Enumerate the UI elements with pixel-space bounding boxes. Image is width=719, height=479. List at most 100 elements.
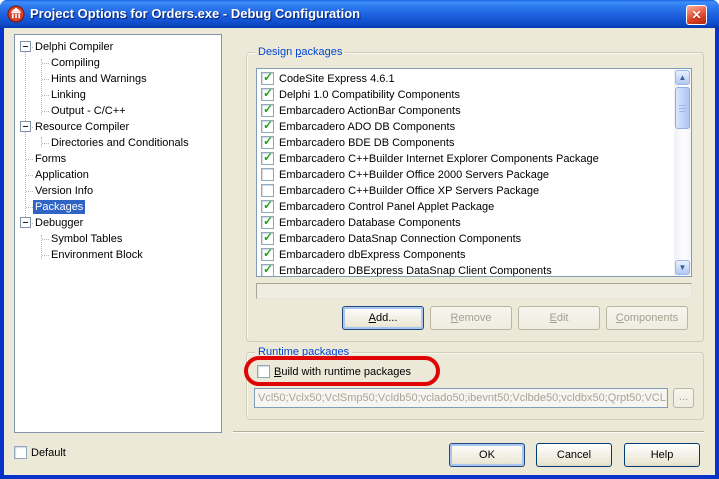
tree-item[interactable]: Directories and Conditionals — [15, 135, 221, 151]
runtime-packages-input[interactable]: Vcl50;Vclx50;VclSmp50;Vcldb50;vclado50;i… — [254, 388, 668, 408]
list-scrollbar[interactable]: ▲ ▼ — [674, 69, 691, 276]
options-tree[interactable]: Delphi Compiler Compiling Hints and Warn… — [14, 34, 222, 433]
package-checkbox[interactable]: ✓ — [261, 72, 274, 85]
help-button[interactable]: Help — [624, 443, 700, 467]
package-label: Embarcadero DBExpress DataSnap Client Co… — [279, 265, 552, 277]
build-with-runtime-packages-checkbox[interactable] — [257, 365, 270, 378]
check-icon: ✓ — [263, 119, 273, 132]
package-rows: ✓ CodeSite Express 4.6.1 ✓ Delphi 1.0 Co… — [257, 71, 674, 277]
default-checkbox[interactable] — [14, 446, 27, 459]
package-action-button[interactable]: Edit — [518, 306, 600, 330]
tree-item-label: Debugger — [33, 216, 85, 230]
tree-item[interactable]: Compiling — [15, 55, 221, 71]
tree-item[interactable]: Output - C/C++ — [15, 103, 221, 119]
tree-item[interactable]: Symbol Tables — [15, 231, 221, 247]
package-list-item[interactable]: ✓ CodeSite Express 4.6.1 — [257, 71, 674, 87]
package-action-button[interactable]: Components — [606, 306, 688, 330]
tree-rows: Delphi Compiler Compiling Hints and Warn… — [15, 39, 221, 263]
package-list-item[interactable]: ✓ Embarcadero C++Builder Internet Explor… — [257, 151, 674, 167]
package-list-item[interactable]: ✓ Embarcadero DataSnap Connection Compon… — [257, 231, 674, 247]
tree-item-label: Version Info — [33, 184, 95, 198]
package-label: Embarcadero Control Panel Applet Package — [279, 201, 494, 213]
tree-item-label: Symbol Tables — [49, 232, 124, 246]
tree-item-label: Linking — [49, 88, 88, 102]
package-description-panel — [256, 283, 692, 299]
ok-button[interactable]: OK — [449, 443, 525, 467]
package-list-item[interactable]: ✓ Embarcadero dbExpress Components — [257, 247, 674, 263]
package-checkbox[interactable]: ✓ — [261, 232, 274, 245]
scroll-up-button[interactable]: ▲ — [675, 70, 690, 85]
package-list-item[interactable]: ✓ Embarcadero ActionBar Components — [257, 103, 674, 119]
tree-item[interactable]: Linking — [15, 87, 221, 103]
button-accel: A — [369, 312, 376, 324]
package-list-item[interactable]: ✓ Embarcadero C++Builder Office 2000 Ser… — [257, 167, 674, 183]
tree-item[interactable]: Application — [15, 167, 221, 183]
tree-item-label: Directories and Conditionals — [49, 136, 191, 150]
check-icon: ✓ — [263, 215, 273, 228]
package-label: Embarcadero C++Builder Internet Explorer… — [279, 153, 599, 165]
package-checkbox[interactable]: ✓ — [261, 120, 274, 133]
tree-collapse-icon[interactable] — [20, 121, 31, 132]
package-list-item[interactable]: ✓ Embarcadero Control Panel Applet Packa… — [257, 199, 674, 215]
package-checkbox[interactable]: ✓ — [261, 200, 274, 213]
package-list-item[interactable]: ✓ Embarcadero BDE DB Components — [257, 135, 674, 151]
browse-packages-button[interactable]: ... — [673, 388, 694, 408]
package-checkbox[interactable]: ✓ — [261, 168, 274, 181]
package-label: Delphi 1.0 Compatibility Components — [279, 89, 460, 101]
check-icon: ✓ — [263, 103, 273, 116]
tree-collapse-icon[interactable] — [20, 41, 31, 52]
package-checkbox[interactable]: ✓ — [261, 88, 274, 101]
tree-item[interactable]: Version Info — [15, 183, 221, 199]
divider-line — [233, 431, 704, 433]
check-icon: ✓ — [263, 135, 273, 148]
tree-item-label: Compiling — [49, 56, 102, 70]
tree-item[interactable]: Debugger — [15, 215, 221, 231]
check-icon: ✓ — [263, 71, 273, 84]
package-checkbox[interactable]: ✓ — [261, 264, 274, 277]
package-label: Embarcadero C++Builder Office XP Servers… — [279, 185, 539, 197]
button-label: dd... — [376, 312, 397, 324]
package-buttons-row: Add...RemoveEditComponents — [342, 306, 688, 330]
package-list-item[interactable]: ✓ Embarcadero C++Builder Office XP Serve… — [257, 183, 674, 199]
package-checkbox[interactable]: ✓ — [261, 248, 274, 261]
package-label: Embarcadero BDE DB Components — [279, 137, 454, 149]
package-checkbox[interactable]: ✓ — [261, 152, 274, 165]
tree-collapse-icon[interactable] — [20, 217, 31, 228]
build-with-runtime-packages-label: Build with runtime packages — [274, 366, 411, 379]
package-checkbox[interactable]: ✓ — [261, 216, 274, 229]
package-checkbox[interactable]: ✓ — [261, 104, 274, 117]
package-list-item[interactable]: ✓ Embarcadero DBExpress DataSnap Client … — [257, 263, 674, 277]
tree-item[interactable]: Packages — [15, 199, 221, 215]
package-label: CodeSite Express 4.6.1 — [279, 73, 395, 85]
design-packages-list[interactable]: ✓ CodeSite Express 4.6.1 ✓ Delphi 1.0 Co… — [256, 68, 692, 277]
tree-item[interactable]: Hints and Warnings — [15, 71, 221, 87]
close-button[interactable]: ✕ — [686, 5, 707, 25]
design-packages-caption: Design packages — [255, 46, 345, 59]
package-checkbox[interactable]: ✓ — [261, 184, 274, 197]
window-title: Project Options for Orders.exe - Debug C… — [30, 0, 360, 28]
scroll-down-button[interactable]: ▼ — [675, 260, 690, 275]
package-list-item[interactable]: ✓ Delphi 1.0 Compatibility Components — [257, 87, 674, 103]
tree-item-label: Forms — [33, 152, 68, 166]
check-icon: ✓ — [263, 247, 273, 260]
package-label: Embarcadero C++Builder Office 2000 Serve… — [279, 169, 549, 181]
package-label: Embarcadero dbExpress Components — [279, 249, 465, 261]
tree-item[interactable]: Resource Compiler — [15, 119, 221, 135]
button-accel: E — [550, 312, 557, 324]
tree-item[interactable]: Environment Block — [15, 247, 221, 263]
scrollbar-thumb[interactable] — [675, 87, 690, 129]
package-action-button[interactable]: Add... — [342, 306, 424, 330]
tree-item[interactable]: Forms — [15, 151, 221, 167]
package-checkbox[interactable]: ✓ — [261, 136, 274, 149]
package-list-item[interactable]: ✓ Embarcadero ADO DB Components — [257, 119, 674, 135]
project-options-dialog: Project Options for Orders.exe - Debug C… — [0, 0, 719, 479]
project-options-icon — [7, 5, 25, 23]
tree-item-label: Resource Compiler — [33, 120, 131, 134]
runtime-packages-group: Runtime packages — [246, 352, 704, 420]
cancel-button[interactable]: Cancel — [536, 443, 612, 467]
package-list-item[interactable]: ✓ Embarcadero Database Components — [257, 215, 674, 231]
package-label: Embarcadero ADO DB Components — [279, 121, 455, 133]
package-action-button[interactable]: Remove — [430, 306, 512, 330]
tree-item[interactable]: Delphi Compiler — [15, 39, 221, 55]
package-label: Embarcadero ActionBar Components — [279, 105, 461, 117]
